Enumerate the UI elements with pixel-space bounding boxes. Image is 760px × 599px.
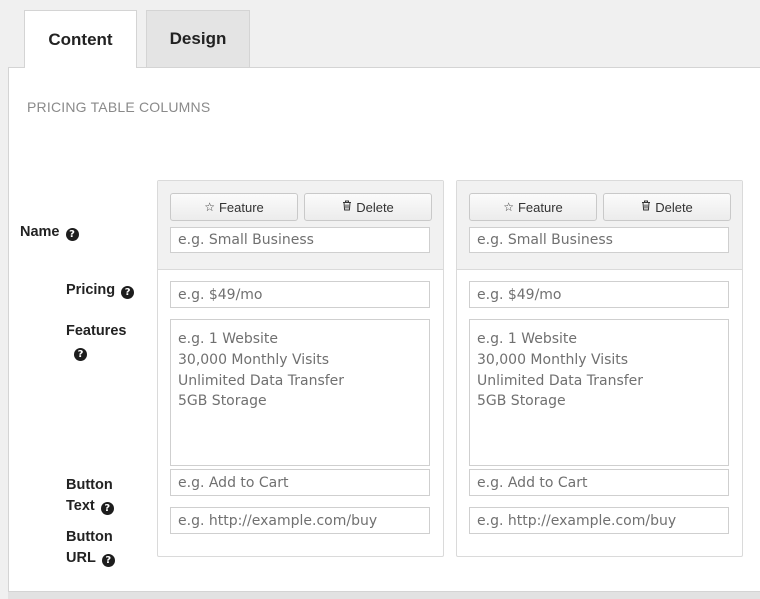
- star-outline-icon: ☆: [204, 200, 215, 214]
- delete-button[interactable]: Delete: [603, 193, 731, 221]
- star-outline-icon: ☆: [503, 200, 514, 214]
- help-icon[interactable]: ?: [101, 553, 115, 567]
- delete-button-label: Delete: [655, 199, 693, 215]
- button-text-label-line2: Text: [66, 497, 95, 514]
- button-text-input[interactable]: e.g. Add to Cart: [170, 469, 430, 496]
- button-url-label-line2: URL: [66, 549, 96, 566]
- panel-bottom-edge: [8, 592, 760, 599]
- trash-icon: [641, 200, 651, 214]
- button-url-input[interactable]: e.g. http://example.com/buy: [469, 507, 729, 534]
- help-icon[interactable]: ?: [74, 347, 87, 361]
- feature-button-label: Feature: [218, 199, 264, 215]
- help-icon[interactable]: ?: [100, 501, 114, 515]
- button-text-input[interactable]: e.g. Add to Cart: [469, 469, 729, 496]
- feature-button-label: Feature: [517, 199, 563, 215]
- features-label-text: Features: [66, 323, 127, 339]
- button-url-row-label: Button URL?: [66, 527, 115, 568]
- name-label-text: Name: [20, 224, 60, 240]
- delete-button[interactable]: Delete: [304, 193, 432, 221]
- pricing-column-1: ☆ Feature Delete e.g. Small Business e.g.…: [157, 180, 444, 557]
- help-icon[interactable]: ?: [65, 228, 79, 241]
- pricing-column-2: ☆ Feature Delete e.g. Small Business e.g.…: [456, 180, 743, 557]
- features-textarea[interactable]: e.g. 1 Website 30,000 Monthly Visits Unl…: [170, 319, 430, 466]
- name-row-label: Name?: [20, 222, 79, 243]
- section-title: PRICING TABLE COLUMNS: [27, 99, 211, 115]
- button-url-label-line1: Button: [66, 529, 113, 545]
- name-input[interactable]: e.g. Small Business: [170, 227, 430, 253]
- button-url-input[interactable]: e.g. http://example.com/buy: [170, 507, 430, 534]
- tab-design[interactable]: Design: [146, 10, 250, 67]
- help-icon[interactable]: ?: [121, 286, 135, 299]
- delete-button-label: Delete: [356, 199, 394, 215]
- pricing-row-label: Pricing?: [66, 280, 135, 301]
- feature-button[interactable]: ☆ Feature: [170, 193, 298, 221]
- trash-icon: [342, 200, 352, 214]
- pricing-input[interactable]: e.g. $49/mo: [469, 281, 729, 308]
- feature-button[interactable]: ☆ Feature: [469, 193, 597, 221]
- features-row-label: Features ?: [66, 321, 126, 362]
- pricing-label-text: Pricing: [66, 282, 116, 298]
- name-input[interactable]: e.g. Small Business: [469, 227, 729, 253]
- button-text-row-label: Button Text?: [66, 475, 114, 516]
- features-textarea[interactable]: e.g. 1 Website 30,000 Monthly Visits Unl…: [469, 319, 729, 466]
- button-text-label-line1: Button: [66, 477, 113, 493]
- tab-content[interactable]: Content: [24, 10, 137, 68]
- pricing-input[interactable]: e.g. $49/mo: [170, 281, 430, 308]
